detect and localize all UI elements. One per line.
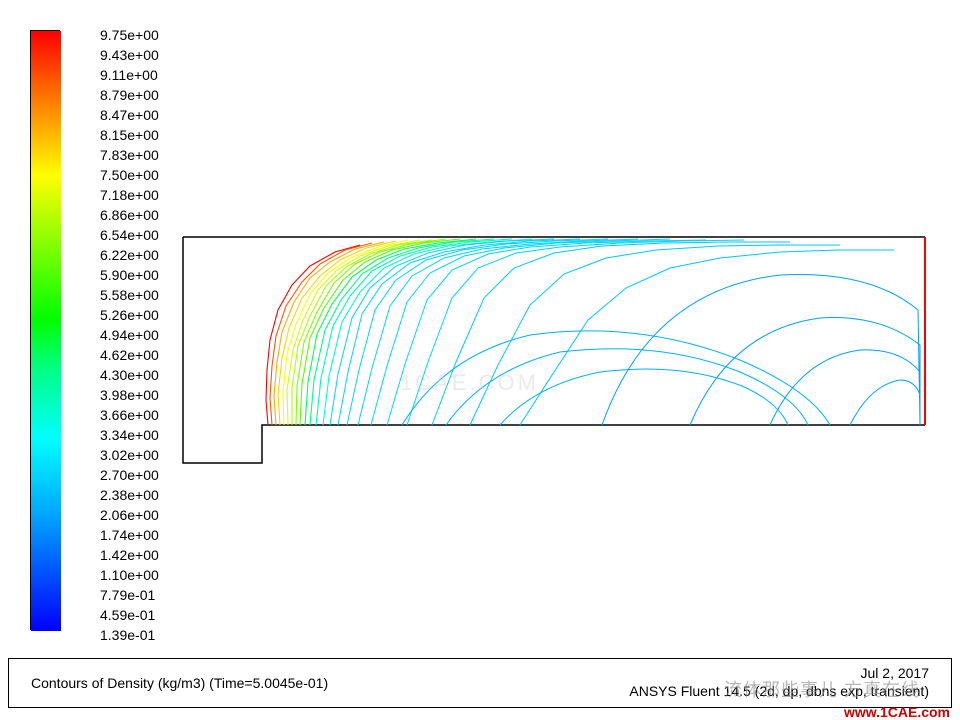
contour-plot: [0, 0, 960, 650]
center-watermark: 1CAE.COM: [400, 370, 539, 396]
watermark-url: www.1CAE.com: [844, 704, 950, 720]
main-area: 9.75e+009.43e+009.11e+008.79e+008.47e+00…: [0, 0, 960, 720]
watermark-cn: 流体那些事儿 方真在线: [724, 676, 920, 702]
plot-title: Contours of Density (kg/m3) (Time=5.0045…: [31, 675, 328, 691]
